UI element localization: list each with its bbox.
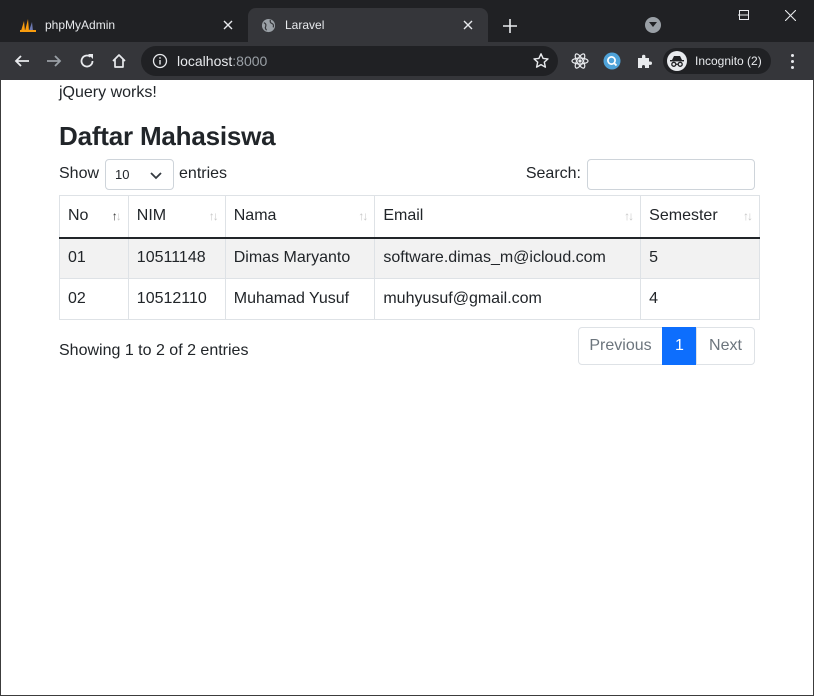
sort-icon: ↑↓	[624, 209, 634, 223]
maximize-icon[interactable]	[721, 0, 767, 30]
table-header-row: No ↑↓ NIM ↑↓ Nama ↑↓ Email ↑↓ Semester ↑↓	[59, 195, 760, 239]
table-row: 01 10511148 Dimas Maryanto software.dima…	[59, 237, 760, 279]
column-label: NIM	[136, 207, 167, 225]
forward-icon[interactable]	[40, 47, 68, 75]
tab-title: Laravel	[285, 18, 325, 32]
sort-icon: ↑↓	[743, 209, 753, 223]
sort-icon: ↑↓	[358, 209, 368, 223]
next-page-button[interactable]: Next	[696, 327, 755, 365]
phpmyadmin-icon	[20, 17, 36, 33]
sort-icon: ↑↓	[208, 209, 219, 223]
table-row: 02 10512110 Muhamad Yusuf muhyusuf@gmail…	[59, 278, 760, 320]
back-icon[interactable]	[8, 47, 36, 75]
reload-icon[interactable]	[73, 47, 101, 75]
previous-page-button[interactable]: Previous	[578, 327, 663, 365]
search-input[interactable]	[587, 158, 755, 190]
browser-titlebar: phpMyAdmin Laravel	[0, 0, 814, 42]
mahasiswa-table: No ↑↓ NIM ↑↓ Nama ↑↓ Email ↑↓ Semester ↑↓ 01 …	[59, 195, 760, 320]
sort-icon: ↑↓	[111, 209, 122, 223]
column-header-nim[interactable]: NIM ↑↓	[127, 195, 226, 239]
info-icon[interactable]	[152, 53, 168, 69]
tab-phpmyadmin[interactable]: phpMyAdmin	[8, 8, 248, 42]
extension-search-icon[interactable]	[602, 51, 622, 71]
cell-email: muhyusuf@gmail.com	[374, 278, 642, 320]
table-info: Showing 1 to 2 of 2 entries	[59, 342, 249, 359]
url-host: localhost	[177, 53, 233, 69]
window-close-icon[interactable]	[767, 0, 813, 30]
tab-title: phpMyAdmin	[45, 18, 116, 32]
tab-search-icon[interactable]	[645, 17, 661, 33]
column-label: No	[68, 207, 89, 225]
page-title: Daftar Mahasiswa	[59, 121, 276, 151]
cell-email: software.dimas_m@icloud.com	[374, 237, 642, 279]
cell-nama: Muhamad Yusuf	[224, 278, 376, 320]
cell-nim: 10511148	[127, 237, 226, 279]
length-prefix: Show	[59, 165, 100, 182]
home-icon[interactable]	[105, 47, 133, 75]
page-viewport: jQuery works! Daftar Mahasiswa Show 10 e…	[1, 80, 813, 695]
entries-select-value: 10	[115, 166, 130, 182]
react-icon[interactable]	[570, 51, 590, 71]
cell-no: 02	[59, 278, 129, 320]
entries-length-control: Show 10 entries	[59, 158, 227, 190]
close-icon[interactable]	[218, 15, 238, 35]
length-suffix: entries	[179, 165, 228, 182]
incognito-label: Incognito (2)	[695, 54, 762, 68]
puzzle-icon[interactable]	[634, 51, 654, 71]
entries-select[interactable]: 10	[105, 158, 175, 190]
close-icon[interactable]	[458, 15, 478, 35]
cell-semester: 4	[640, 278, 760, 320]
kebab-menu-icon[interactable]	[782, 51, 802, 71]
cell-nama: Dimas Maryanto	[224, 237, 376, 279]
url-port: :8000	[232, 53, 268, 69]
cell-no: 01	[59, 237, 129, 279]
address-bar[interactable]: localhost:8000	[141, 46, 558, 76]
tab-laravel[interactable]: Laravel	[248, 8, 488, 42]
column-label: Nama	[233, 207, 277, 225]
table-search: Search:	[526, 158, 755, 190]
jquery-message: jQuery works!	[59, 84, 157, 101]
star-icon[interactable]	[532, 52, 550, 70]
search-label: Search:	[525, 165, 581, 182]
browser-toolbar: localhost:8000 Incognito (2)	[0, 42, 814, 80]
plus-icon[interactable]	[498, 14, 522, 38]
column-header-semester[interactable]: Semester ↑↓	[640, 195, 760, 239]
chevron-down-icon	[150, 171, 162, 179]
column-label: Email	[383, 207, 424, 225]
cell-nim: 10512110	[127, 278, 226, 320]
incognito-icon	[667, 51, 687, 71]
incognito-button[interactable]: Incognito (2)	[663, 48, 771, 74]
column-header-email[interactable]: Email ↑↓	[374, 195, 642, 239]
page-1-button[interactable]: 1	[662, 327, 697, 365]
column-header-nama[interactable]: Nama ↑↓	[224, 195, 376, 239]
globe-icon	[260, 17, 276, 33]
column-label: Semester	[649, 207, 718, 225]
column-header-no[interactable]: No ↑↓	[59, 195, 129, 239]
pagination: Previous 1 Next	[578, 327, 755, 365]
url-text: localhost:8000	[177, 53, 267, 69]
cell-semester: 5	[640, 237, 760, 279]
